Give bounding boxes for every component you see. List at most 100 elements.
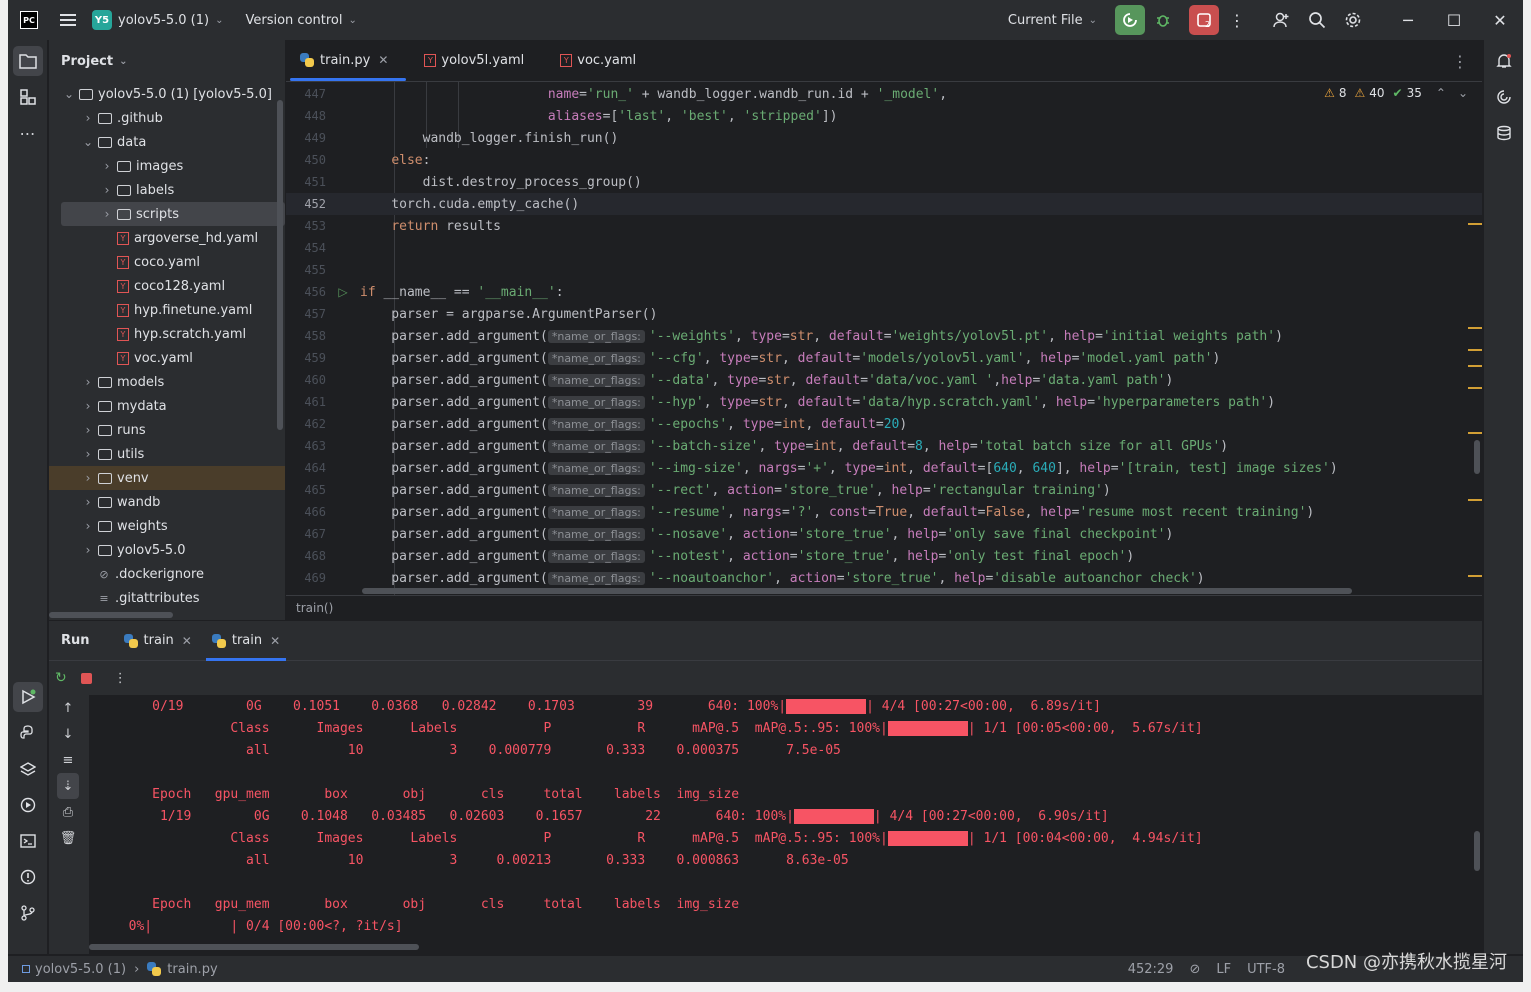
tree-item[interactable]: Yvoc.yaml (49, 346, 285, 370)
code-line[interactable]: 459 parser.add_argument(*name_or_flags: '… (286, 347, 1482, 369)
project-tool-icon[interactable] (12, 46, 43, 76)
close-icon[interactable]: ✕ (1477, 2, 1523, 38)
structure-tool-icon[interactable] (13, 82, 43, 112)
chevron-up-icon[interactable]: ⌃ (1436, 86, 1446, 100)
code-line[interactable]: 452 torch.cuda.empty_cache() (286, 193, 1482, 215)
code-line[interactable]: 457 parser = argparse.ArgumentParser() (286, 303, 1482, 325)
code-line[interactable]: 469 parser.add_argument(*name_or_flags: '… (286, 567, 1482, 589)
tree-item[interactable]: › .github (49, 106, 285, 130)
chevron-right-icon[interactable]: › (101, 207, 113, 221)
problems-icon[interactable] (13, 862, 43, 892)
vcs-menu[interactable]: Version control ⌄ (237, 0, 364, 40)
rerun-button[interactable] (1115, 5, 1145, 35)
more-actions-icon[interactable]: ⋮ (1219, 2, 1255, 38)
chevron-right-icon[interactable]: › (82, 495, 94, 509)
scroll-to-end-icon[interactable]: ⇣ (57, 773, 79, 799)
run-config-selector[interactable]: Current File ⌄ (1000, 0, 1105, 40)
chevron-right-icon[interactable]: › (101, 159, 113, 173)
print-icon[interactable]: ⎙ (49, 799, 87, 825)
error-stripe-marker[interactable] (1468, 575, 1482, 577)
tree-item[interactable]: › mydata (49, 394, 285, 418)
status-project[interactable]: yolov5-5.0 (1) (35, 962, 126, 977)
code-line[interactable]: 448 aliases=['last', 'best', 'stripped']… (286, 105, 1482, 127)
error-stripe-marker[interactable] (1468, 327, 1482, 329)
chevron-right-icon[interactable]: › (82, 447, 94, 461)
chevron-right-icon[interactable]: › (82, 399, 94, 413)
chevron-right-icon[interactable]: › (82, 543, 94, 557)
caret-position[interactable]: 452:29 (1128, 962, 1174, 977)
line-separator[interactable]: LF (1216, 962, 1231, 977)
code-line[interactable]: 468 parser.add_argument(*name_or_flags: '… (286, 545, 1482, 567)
tree-item[interactable]: Ycoco128.yaml (49, 274, 285, 298)
tree-item[interactable]: › yolov5-5.0 (49, 538, 285, 562)
stop-icon[interactable] (80, 672, 92, 684)
error-stripe-marker[interactable] (1468, 499, 1482, 501)
code-line[interactable]: 467 parser.add_argument(*name_or_flags: '… (286, 523, 1482, 545)
console-hscrollbar[interactable] (89, 944, 419, 950)
chevron-right-icon[interactable]: › (82, 375, 94, 389)
tree-item[interactable]: › labels (49, 178, 285, 202)
run-tab[interactable]: train ✕ (202, 621, 290, 661)
tree-item[interactable]: › utils (49, 442, 285, 466)
error-stripe-marker[interactable] (1468, 432, 1482, 434)
breadcrumb-function[interactable]: train() (296, 601, 333, 615)
editor-tab[interactable]: Yyolov5l.yaml (410, 39, 546, 81)
tabs-more-icon[interactable]: ⋮ (1452, 52, 1468, 71)
no-readonly-icon[interactable]: ⊘ (1189, 962, 1200, 977)
gear-icon[interactable] (1335, 2, 1371, 38)
debug-button[interactable] (1145, 2, 1181, 38)
tree-item[interactable]: › scripts (61, 202, 285, 226)
code-line[interactable]: 455 (286, 259, 1482, 281)
editor-hscrollbar[interactable] (362, 588, 1352, 594)
tree-item[interactable]: › venv (49, 466, 285, 490)
soft-wrap-icon[interactable]: ≡ (49, 747, 87, 773)
chevron-down-icon[interactable]: ⌄ (1458, 86, 1468, 100)
maximize-icon[interactable]: ☐ (1431, 2, 1477, 38)
chevron-down-icon[interactable]: ⌄ (63, 87, 75, 101)
project-switcher[interactable]: yolov5-5.0 (1) ⌄ (118, 0, 231, 40)
layers-icon[interactable] (13, 754, 43, 784)
error-stripe-marker[interactable] (1468, 387, 1482, 389)
error-stripe-marker[interactable] (1468, 349, 1482, 351)
more-icon[interactable]: ⋮ (114, 671, 127, 686)
breadcrumb[interactable]: train() (286, 595, 1482, 620)
editor-tab[interactable]: train.py ✕ (286, 39, 410, 81)
run-tab[interactable]: train ✕ (114, 621, 202, 661)
chevron-right-icon[interactable]: › (82, 519, 94, 533)
code-line[interactable]: 464 parser.add_argument(*name_or_flags: '… (286, 457, 1482, 479)
database-icon[interactable] (1489, 118, 1519, 148)
inspection-widget[interactable]: ⚠ 8 ⚠ 40 ✔ 35 ⌃ ⌄ (1324, 86, 1468, 100)
code-line[interactable]: 460 parser.add_argument(*name_or_flags: '… (286, 369, 1482, 391)
services-icon[interactable] (13, 790, 43, 820)
tree-item[interactable]: Yargoverse_hd.yaml (49, 226, 285, 250)
editor-scrollbar[interactable] (1474, 440, 1480, 474)
tree-item[interactable]: ⊘ .dockerignore (49, 562, 285, 586)
error-stripe-marker[interactable] (1468, 223, 1482, 225)
project-panel-header[interactable]: Project ⌄ (49, 40, 285, 82)
code-line[interactable]: 454 (286, 237, 1482, 259)
search-icon[interactable] (1299, 2, 1335, 38)
code-line[interactable]: 463 parser.add_argument(*name_or_flags: '… (286, 435, 1482, 457)
project-scrollbar[interactable] (277, 100, 283, 430)
tree-item[interactable]: › images (49, 154, 285, 178)
code-line[interactable]: 453 return results (286, 215, 1482, 237)
file-encoding[interactable]: UTF-8 (1247, 962, 1285, 977)
ai-assistant-icon[interactable] (1489, 82, 1519, 112)
console-scrollbar[interactable] (1474, 831, 1480, 871)
tree-item[interactable]: ≡ .gitattributes (49, 586, 285, 610)
code-line[interactable]: 450 else: (286, 149, 1482, 171)
minimize-icon[interactable]: ─ (1385, 2, 1431, 38)
code-line[interactable]: 447 name='run_' + wandb_logger.wandb_run… (286, 83, 1482, 105)
main-menu-icon[interactable] (60, 11, 76, 29)
stop-button[interactable]: 2 (1189, 5, 1219, 35)
tree-item[interactable]: Yhyp.finetune.yaml (49, 298, 285, 322)
tree-item[interactable]: › runs (49, 418, 285, 442)
code-area[interactable]: 447 name='run_' + wandb_logger.wandb_run… (286, 82, 1482, 595)
code-line[interactable]: 451 dist.destroy_process_group() (286, 171, 1482, 193)
arrow-up-icon[interactable]: ↑ (49, 695, 87, 721)
chevron-down-icon[interactable]: ⌄ (82, 135, 94, 149)
close-icon[interactable]: ✕ (270, 634, 280, 648)
close-icon[interactable]: ✕ (378, 53, 388, 67)
python-console-icon[interactable] (13, 718, 43, 748)
chevron-right-icon[interactable]: › (82, 111, 94, 125)
